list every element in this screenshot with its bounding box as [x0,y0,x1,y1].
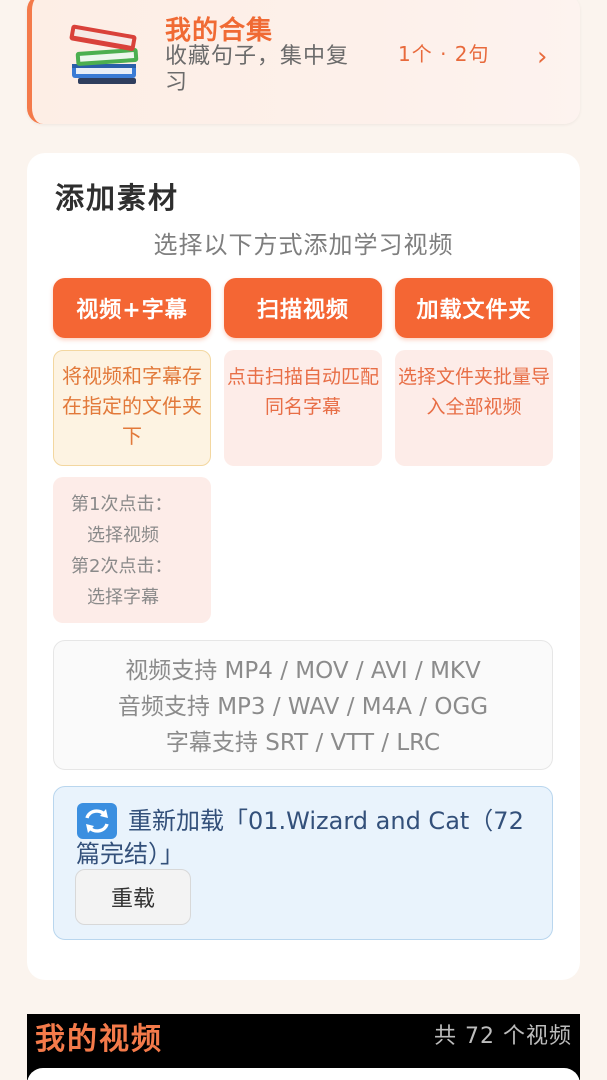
step-2-label: 第2次点击： [71,556,173,577]
audio-formats: 音频支持 MP3 / WAV / M4A / OGG [117,694,489,720]
add-material-subtitle: 选择以下方式添加学习视频 [153,231,454,259]
books-icon [69,24,139,84]
supported-formats: 视频支持 MP4 / MOV / AVI / MKV 音频支持 MP3 / WA… [53,640,553,770]
collection-title: 我的合集 [165,16,274,46]
reload-description: 重新加载「01.Wizard and Cat（72篇完结）」 [76,807,524,868]
step-1-action: 选择视频 [87,525,159,546]
chevron-right-icon[interactable]: › [537,42,547,72]
reload-panel: 重新加载「01.Wizard and Cat（72篇完结）」 重载 [53,786,553,940]
load-folder-hint: 选择文件夹批量导入全部视频 [395,350,553,466]
my-videos-header: 我的视频 共 72 个视频 [27,1014,580,1080]
video-formats: 视频支持 MP4 / MOV / AVI / MKV [125,658,481,684]
video-subtitle-button[interactable]: 视频+字幕 [53,278,211,338]
step-1-label: 第1次点击： [71,494,173,515]
load-folder-button[interactable]: 加载文件夹 [395,278,553,338]
my-videos-title: 我的视频 [35,1022,163,1057]
scan-hint: 点击扫描自动匹配同名字幕 [224,350,382,466]
my-collection-card[interactable]: 我的合集 收藏句子，集中复习 1个 · 2句 › [27,0,580,124]
step-2-action: 选择字幕 [87,587,159,608]
add-material-title: 添加素材 [55,181,180,215]
reload-button[interactable]: 重载 [75,869,191,925]
video-count: 共 72 个视频 [434,1024,572,1049]
click-steps-hint: 第1次点击： 选择视频 第2次点击： 选择字幕 [53,477,211,623]
video-list-panel [27,1068,580,1080]
collection-subtitle: 收藏句子，集中复习 [165,44,350,95]
subtitle-formats: 字幕支持 SRT / VTT / LRC [165,730,441,756]
folder-hint: 将视频和字幕存在指定的文件夹下 [53,350,211,466]
scan-video-button[interactable]: 扫描视频 [224,278,382,338]
add-material-card: 添加素材 选择以下方式添加学习视频 视频+字幕 扫描视频 加载文件夹 将视频和字… [27,153,580,980]
collection-count: 1个 · 2句 [398,42,490,66]
